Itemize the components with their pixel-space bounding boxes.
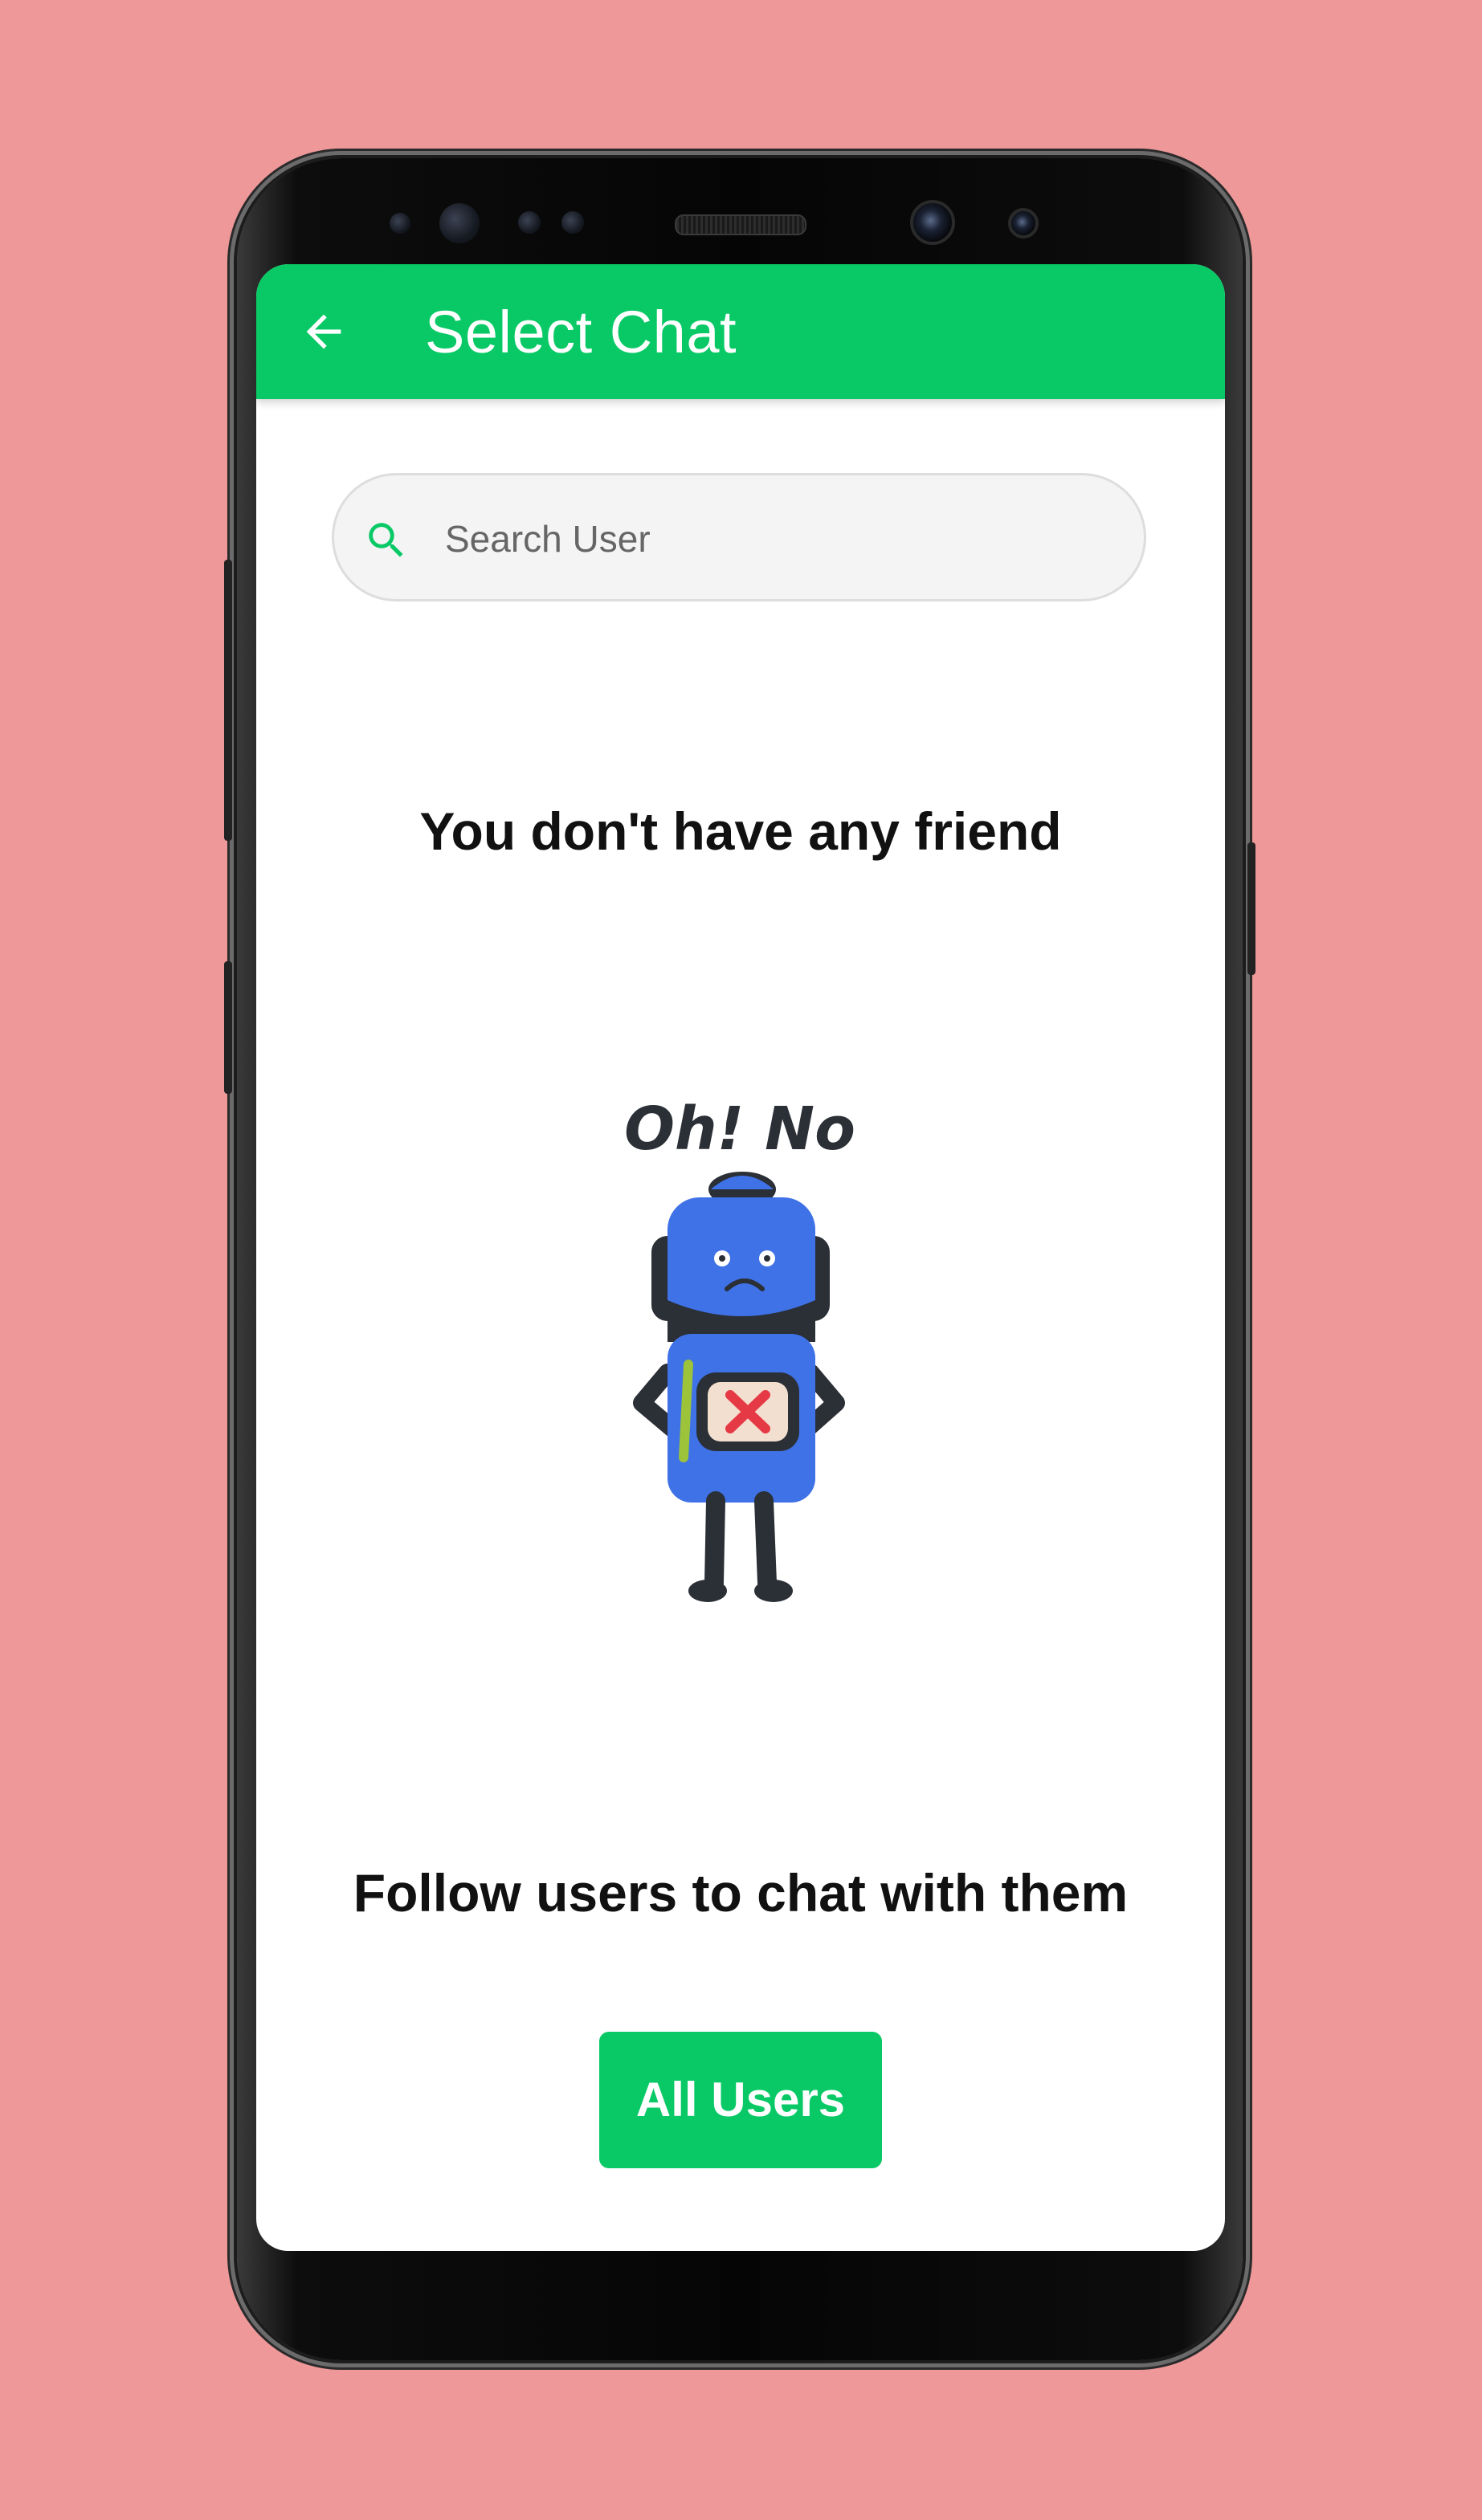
page-title: Select Chat	[425, 299, 737, 365]
app-bar: Select Chat	[256, 264, 1225, 399]
app-screen: Select Chat You don't have any friend Oh…	[256, 264, 1225, 2251]
front-camera	[910, 200, 955, 245]
sensor-dot	[390, 213, 410, 234]
volume-button	[224, 560, 232, 841]
earpiece-speaker	[675, 214, 806, 235]
search-input[interactable]	[443, 500, 1105, 578]
sensor-dot	[561, 211, 584, 234]
illustration-caption: Oh! No	[624, 1095, 855, 1164]
bixby-button	[224, 961, 232, 1094]
phone-frame: Select Chat You don't have any friend Oh…	[224, 158, 1255, 2360]
power-button	[1247, 842, 1255, 975]
sad-robot-illustration: Oh! No	[624, 1095, 855, 1602]
search-bar[interactable]	[332, 473, 1146, 601]
sensor-dot	[518, 211, 541, 234]
arrow-left-icon[interactable]	[298, 306, 349, 357]
front-camera-secondary	[1008, 208, 1039, 239]
all-users-button[interactable]: All Users	[599, 2032, 882, 2168]
iris-sensor	[439, 203, 480, 243]
empty-state-title: You don't have any friend	[419, 801, 1062, 861]
follow-users-message: Follow users to chat with them	[353, 1863, 1129, 1923]
search-icon	[369, 523, 403, 557]
